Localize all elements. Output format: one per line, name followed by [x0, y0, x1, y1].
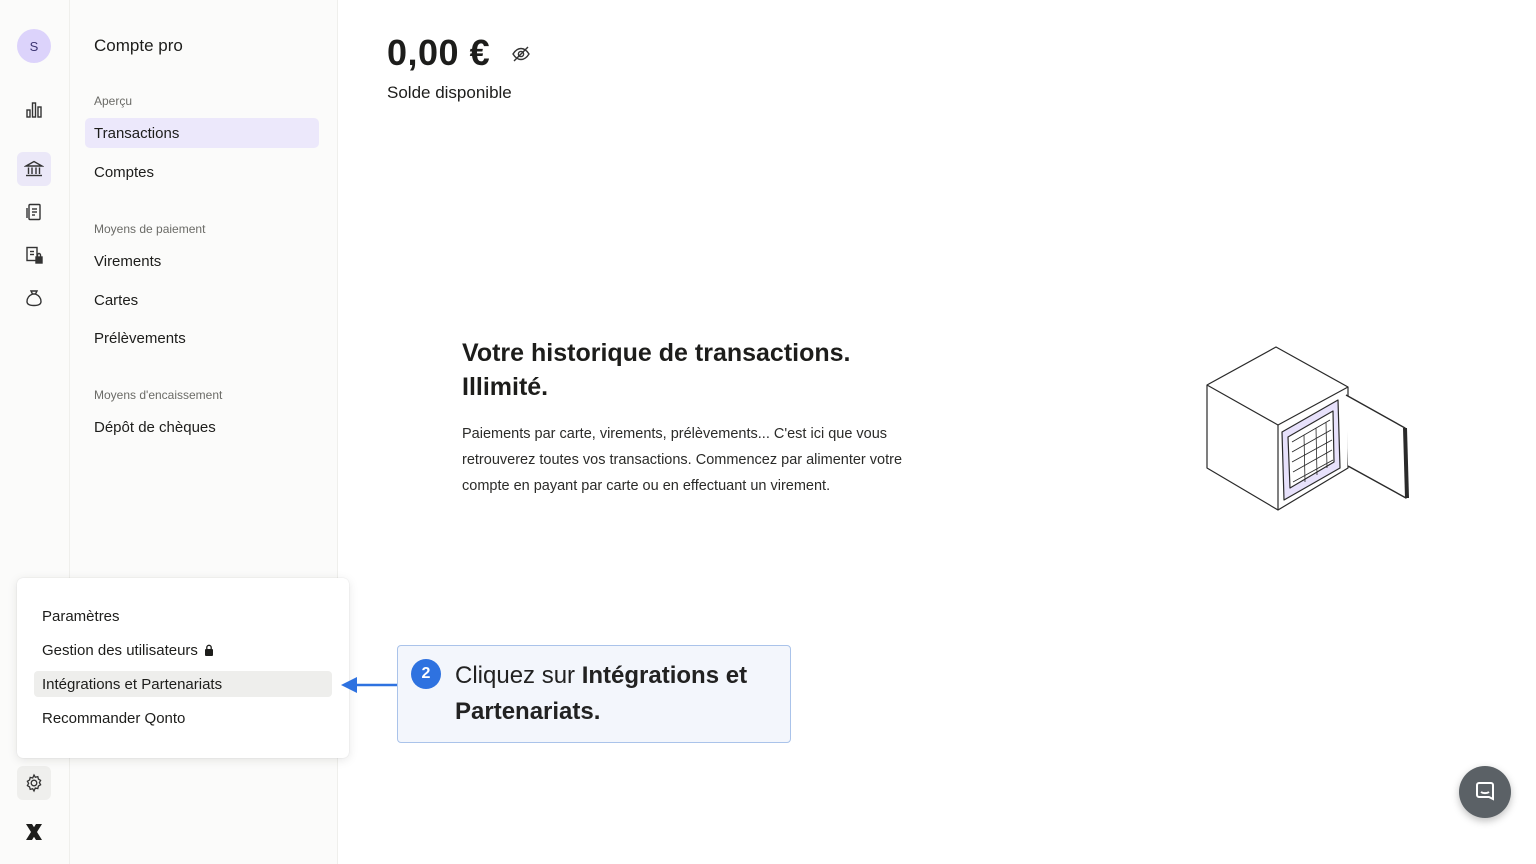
empty-state-description: Paiements par carte, virements, prélèvem… [462, 426, 903, 494]
pointer-arrow [341, 677, 399, 693]
qonto-logo[interactable] [17, 815, 51, 849]
nav-item-cheques[interactable]: Dépôt de chèques [85, 412, 319, 442]
balance-amount: 0,00 € [387, 32, 491, 73]
gear-icon [26, 773, 42, 793]
safe-illustration [1206, 346, 1409, 511]
avatar[interactable]: S [17, 29, 51, 63]
dashboard-button[interactable] [17, 93, 51, 127]
account-button[interactable] [17, 152, 51, 186]
chat-icon [1476, 782, 1494, 801]
tutorial-callout: 2 Cliquez sur Intégrations et Partenaria… [397, 645, 791, 743]
settings-popover: Paramètres Gestion des utilisateurs Inté… [17, 578, 349, 758]
callout-text: Cliquez sur Intégrations et Partenariats… [455, 658, 780, 730]
qonto-logo-icon [26, 824, 42, 840]
empty-state-title-line2: Illimité. [462, 373, 549, 401]
document-lock-icon [26, 246, 43, 264]
menu-item-refer[interactable]: Recommander Qonto [34, 705, 332, 731]
nav-title: Compte pro [94, 36, 183, 55]
nav-item-accounts[interactable]: Comptes [85, 157, 319, 187]
empty-state-title-line1: Votre historique de transactions. [462, 339, 851, 367]
bank-icon [24, 160, 44, 177]
empty-state-title: Votre historique de transactions. Illimi… [462, 336, 922, 404]
invoices-button[interactable] [17, 195, 51, 229]
step-number-badge: 2 [411, 659, 441, 689]
money-bag-icon [26, 290, 42, 307]
nav-item-cards[interactable]: Cartes [85, 285, 319, 315]
settings-button[interactable] [17, 766, 51, 800]
support-chat-button[interactable] [1459, 766, 1511, 818]
section-label-collection: Moyens d'encaissement [94, 388, 223, 402]
menu-item-settings[interactable]: Paramètres [34, 603, 332, 629]
section-label-overview: Aperçu [94, 94, 133, 108]
balance-label: Solde disponible [387, 83, 512, 102]
menu-item-users[interactable]: Gestion des utilisateurs [34, 637, 332, 663]
receipt-icon [26, 203, 41, 221]
nav-item-transfers[interactable]: Virements [85, 246, 319, 276]
callout-prefix: Cliquez sur [455, 662, 582, 689]
hide-balance-icon[interactable] [511, 44, 531, 64]
menu-item-users-label: Gestion des utilisateurs [42, 641, 198, 659]
bar-chart-icon [26, 102, 42, 118]
lock-icon [204, 644, 214, 656]
nav-item-direct-debits[interactable]: Prélèvements [85, 323, 319, 353]
documents-button[interactable] [17, 238, 51, 272]
menu-item-integrations[interactable]: Intégrations et Partenariats [34, 671, 332, 697]
savings-button[interactable] [17, 281, 51, 315]
nav-item-transactions[interactable]: Transactions [85, 118, 319, 148]
section-label-payments: Moyens de paiement [94, 222, 206, 236]
